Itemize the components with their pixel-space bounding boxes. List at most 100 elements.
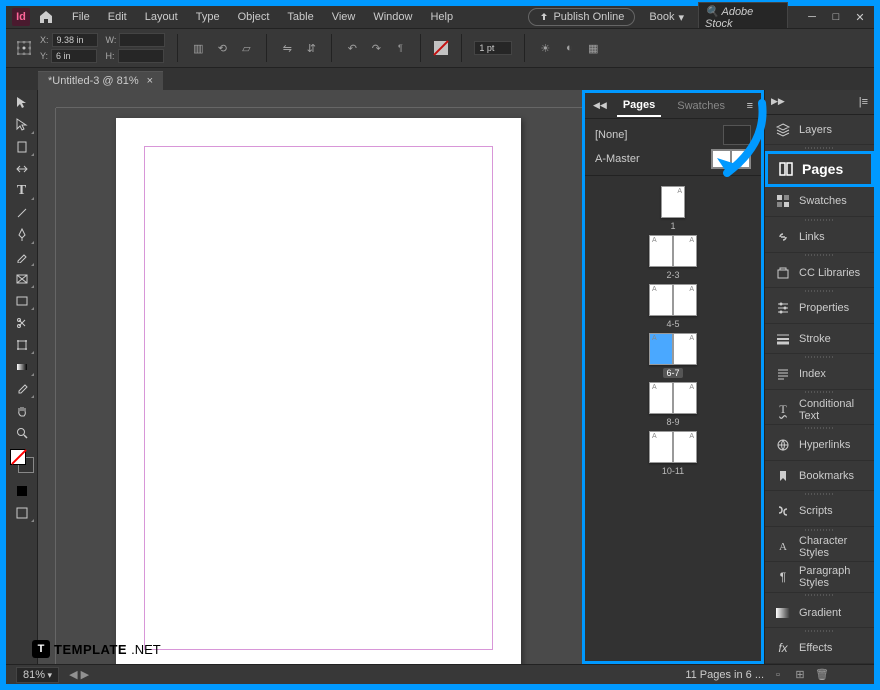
status-icon-1[interactable]: ▫ — [770, 668, 786, 682]
document-page[interactable] — [116, 118, 521, 664]
redo-icon[interactable]: ↷ — [368, 40, 384, 56]
page-spread-thumb[interactable]: AA10-11 — [649, 431, 697, 476]
undo-icon[interactable]: ↶ — [344, 40, 360, 56]
document-tab[interactable]: *Untitled-3 @ 81% × — [38, 71, 163, 90]
master-none[interactable]: [None] — [595, 125, 751, 145]
align-icon[interactable]: ▦ — [585, 40, 601, 56]
pencil-tool[interactable] — [9, 247, 35, 267]
menu-help[interactable]: Help — [422, 9, 461, 25]
horizontal-ruler[interactable] — [56, 90, 582, 108]
menu-table[interactable]: Table — [279, 9, 321, 25]
direct-selection-tool[interactable] — [9, 115, 35, 135]
new-page-icon[interactable]: ⊞ — [792, 668, 808, 682]
gradient-panel-button[interactable]: Gradient — [765, 598, 874, 628]
paragraph-styles-button[interactable]: ¶Paragraph Styles — [765, 562, 874, 592]
properties-panel-button[interactable]: Properties — [765, 294, 874, 324]
page-spread-thumb[interactable]: A1 — [661, 186, 685, 231]
bookmarks-panel-button[interactable]: Bookmarks — [765, 461, 874, 491]
workspace-selector[interactable]: Book ▾ — [643, 9, 690, 26]
page-tool[interactable] — [9, 137, 35, 157]
rotate-icon[interactable]: ⟲ — [214, 40, 230, 56]
flip-h-icon[interactable]: ⇋ — [279, 40, 295, 56]
collapse-icon[interactable]: ◀◀ — [593, 100, 607, 111]
rectangle-tool[interactable] — [9, 291, 35, 311]
zoom-level-selector[interactable]: 81% ▾ — [16, 667, 59, 683]
cc-libraries-button[interactable]: CC Libraries — [765, 258, 874, 288]
pages-panel: ◀◀ Pages Swatches ≡ [None] A-Master A1AA… — [582, 90, 764, 664]
layers-panel-button[interactable]: Layers — [765, 115, 874, 145]
panel-menu-icon[interactable]: ≡ — [747, 100, 753, 112]
w-input[interactable] — [119, 33, 165, 47]
type-tool[interactable]: T — [9, 181, 35, 201]
fill-stroke-swatch[interactable] — [10, 449, 34, 473]
scripts-panel-button[interactable]: Scripts — [765, 497, 874, 527]
x-input[interactable] — [52, 33, 98, 47]
fill-swatch-icon[interactable] — [433, 40, 449, 56]
pages-tab[interactable]: Pages — [617, 95, 661, 117]
close-button[interactable]: ✕ — [852, 9, 868, 25]
reference-point-icon[interactable] — [16, 40, 32, 56]
index-panel-button[interactable]: Index — [765, 359, 874, 389]
master-a[interactable]: A-Master — [595, 149, 751, 169]
color-mode-tool[interactable] — [9, 481, 35, 501]
vertical-ruler[interactable] — [38, 108, 56, 664]
page-spread-thumb[interactable]: AA4-5 — [649, 284, 697, 329]
master-none-thumb[interactable] — [723, 125, 751, 145]
panel-strip-menu-icon[interactable]: |≡ — [853, 96, 874, 108]
menu-view[interactable]: View — [324, 9, 364, 25]
properties-icon — [775, 300, 791, 316]
gradient-tool[interactable] — [9, 357, 35, 377]
menu-type[interactable]: Type — [188, 9, 228, 25]
hand-tool[interactable] — [9, 401, 35, 421]
swatches-panel-button[interactable]: Swatches — [765, 187, 874, 217]
menu-window[interactable]: Window — [365, 9, 420, 25]
hyperlinks-panel-button[interactable]: Hyperlinks — [765, 431, 874, 461]
menu-layout[interactable]: Layout — [137, 9, 186, 25]
free-transform-tool[interactable] — [9, 335, 35, 355]
master-a-thumb[interactable] — [711, 149, 751, 169]
flip-v-icon[interactable]: ⇵ — [303, 40, 319, 56]
gap-tool[interactable] — [9, 159, 35, 179]
menu-file[interactable]: File — [64, 9, 98, 25]
pen-tool[interactable] — [9, 225, 35, 245]
canvas-area[interactable] — [38, 90, 582, 664]
menu-object[interactable]: Object — [230, 9, 278, 25]
h-input[interactable] — [118, 49, 164, 63]
eyedropper-tool[interactable] — [9, 379, 35, 399]
stroke-weight-input[interactable] — [474, 41, 512, 55]
trash-icon[interactable]: 🗑 — [814, 668, 830, 682]
pages-list[interactable]: A1AA2-3AA4-5AA6-7AA8-9AA10-11 — [585, 176, 761, 661]
scissors-tool[interactable] — [9, 313, 35, 333]
publish-online-button[interactable]: Publish Online — [528, 8, 635, 26]
view-mode-tool[interactable] — [9, 503, 35, 523]
zoom-tool[interactable] — [9, 423, 35, 443]
page-spread-thumb[interactable]: AA6-7 — [649, 333, 697, 378]
shear-icon[interactable]: ▱ — [238, 40, 254, 56]
pages-panel-button[interactable]: Pages — [765, 151, 874, 187]
page-spread-thumb[interactable]: AA8-9 — [649, 382, 697, 427]
character-styles-button[interactable]: ACharacter Styles — [765, 532, 874, 562]
home-icon[interactable] — [38, 9, 54, 25]
menu-edit[interactable]: Edit — [100, 9, 135, 25]
links-panel-button[interactable]: Links — [765, 222, 874, 252]
rectangle-frame-tool[interactable] — [9, 269, 35, 289]
scale-icon[interactable]: ▥ — [190, 40, 206, 56]
expand-icon[interactable]: ▶▶ — [765, 96, 791, 107]
page-spread-thumb[interactable]: AA2-3 — [649, 235, 697, 280]
hyperlinks-icon — [775, 437, 791, 453]
minimize-button[interactable]: ─ — [804, 9, 820, 25]
paragraph-icon[interactable]: ¶ — [392, 40, 408, 56]
opacity-icon[interactable]: ◐ — [561, 40, 577, 56]
selection-tool[interactable] — [9, 93, 35, 113]
tab-close-icon[interactable]: × — [147, 75, 153, 87]
maximize-button[interactable]: □ — [828, 9, 844, 25]
stroke-panel-button[interactable]: Stroke — [765, 324, 874, 354]
line-tool[interactable] — [9, 203, 35, 223]
pasteboard[interactable] — [56, 108, 582, 664]
effects-icon[interactable]: ☀ — [537, 40, 553, 56]
effects-panel-button[interactable]: fxEffects — [765, 634, 874, 664]
swatches-tab[interactable]: Swatches — [671, 96, 731, 116]
conditional-text-button[interactable]: TConditional Text — [765, 395, 874, 425]
y-input[interactable] — [51, 49, 97, 63]
bookmarks-icon — [775, 468, 791, 484]
